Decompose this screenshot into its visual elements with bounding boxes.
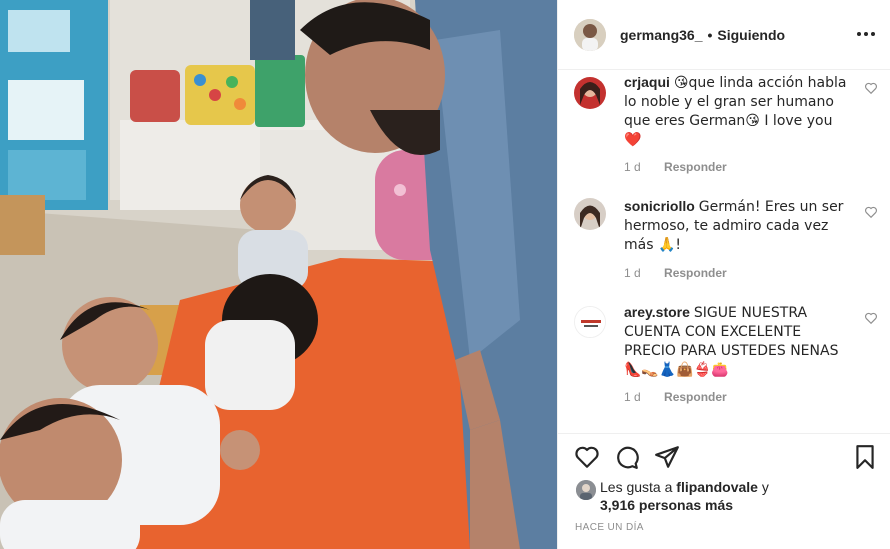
reply-button[interactable]: Responder: [664, 266, 727, 280]
comments-list[interactable]: crjaqui 😘que linda acción habla lo noble …: [558, 70, 890, 435]
comment-body: arey.store SIGUE NUESTRA CUENTA CON EXCEL…: [624, 303, 854, 379]
heart-icon[interactable]: [864, 311, 878, 325]
liker-avatar-image: [576, 480, 596, 500]
comment-body: crjaqui 😘que linda acción habla lo noble …: [624, 73, 854, 149]
commenter-avatar[interactable]: [574, 306, 606, 338]
comment-time: 1 d: [624, 160, 641, 174]
author-avatar-image: [574, 18, 606, 51]
author-username[interactable]: germang36_: [620, 27, 702, 43]
liker-avatar[interactable]: [576, 480, 596, 500]
reply-button[interactable]: Responder: [664, 390, 727, 404]
post-timestamp[interactable]: HACE UN DÍA: [575, 522, 644, 533]
comment-meta: 1 d Responder: [624, 266, 727, 280]
post-photo[interactable]: [0, 0, 557, 549]
follow-status-button[interactable]: Siguiendo: [717, 27, 785, 43]
reply-button[interactable]: Responder: [664, 160, 727, 174]
liker-username[interactable]: flipandovale: [676, 479, 758, 495]
comment-meta: 1 d Responder: [624, 160, 727, 174]
bookmark-icon[interactable]: [852, 444, 878, 470]
heart-icon[interactable]: [864, 81, 878, 95]
comment-username[interactable]: sonicriollo: [624, 198, 695, 214]
author-avatar[interactable]: [574, 18, 606, 51]
post-side-panel: germang36_ • Siguiendo crjaqui 😘que lind…: [557, 0, 890, 549]
store-logo-icon: [575, 307, 605, 337]
classroom-photo: [0, 0, 557, 549]
comment-time: 1 d: [624, 390, 641, 404]
likes-text: Les gusta a flipandovale y 3,916 persona…: [600, 478, 860, 514]
commenter-avatar-image: [574, 77, 606, 109]
instagram-post: germang36_ • Siguiendo crjaqui 😘que lind…: [0, 0, 890, 549]
comment-username[interactable]: crjaqui: [624, 74, 670, 90]
post-actions: Les gusta a flipandovale y 3,916 persona…: [558, 433, 890, 549]
comment-body: sonicriollo Germán! Eres un ser hermoso, …: [624, 197, 854, 254]
comment-username[interactable]: arey.store: [624, 304, 690, 320]
comment-item: arey.store SIGUE NUESTRA CUENTA CON EXCEL…: [574, 303, 877, 413]
comment-icon[interactable]: [614, 444, 640, 470]
heart-icon[interactable]: [864, 205, 878, 219]
comment-time: 1 d: [624, 266, 641, 280]
commenter-avatar[interactable]: [574, 77, 606, 109]
commenter-avatar-image: [574, 198, 606, 230]
comment-item: crjaqui 😘que linda acción habla lo noble …: [574, 73, 877, 183]
post-header: germang36_ • Siguiendo: [558, 0, 890, 70]
commenter-avatar[interactable]: [574, 198, 606, 230]
more-options-icon[interactable]: [855, 23, 877, 45]
comment-item: sonicriollo Germán! Eres un ser hermoso, …: [574, 197, 877, 287]
share-icon[interactable]: [654, 444, 680, 470]
header-separator: •: [707, 26, 713, 43]
comment-meta: 1 d Responder: [624, 390, 727, 404]
likes-count-link[interactable]: 3,916 personas más: [600, 497, 733, 513]
likes-prefix: Les gusta a: [600, 479, 673, 495]
likes-conjunction: y: [761, 479, 769, 495]
heart-icon[interactable]: [574, 444, 600, 470]
